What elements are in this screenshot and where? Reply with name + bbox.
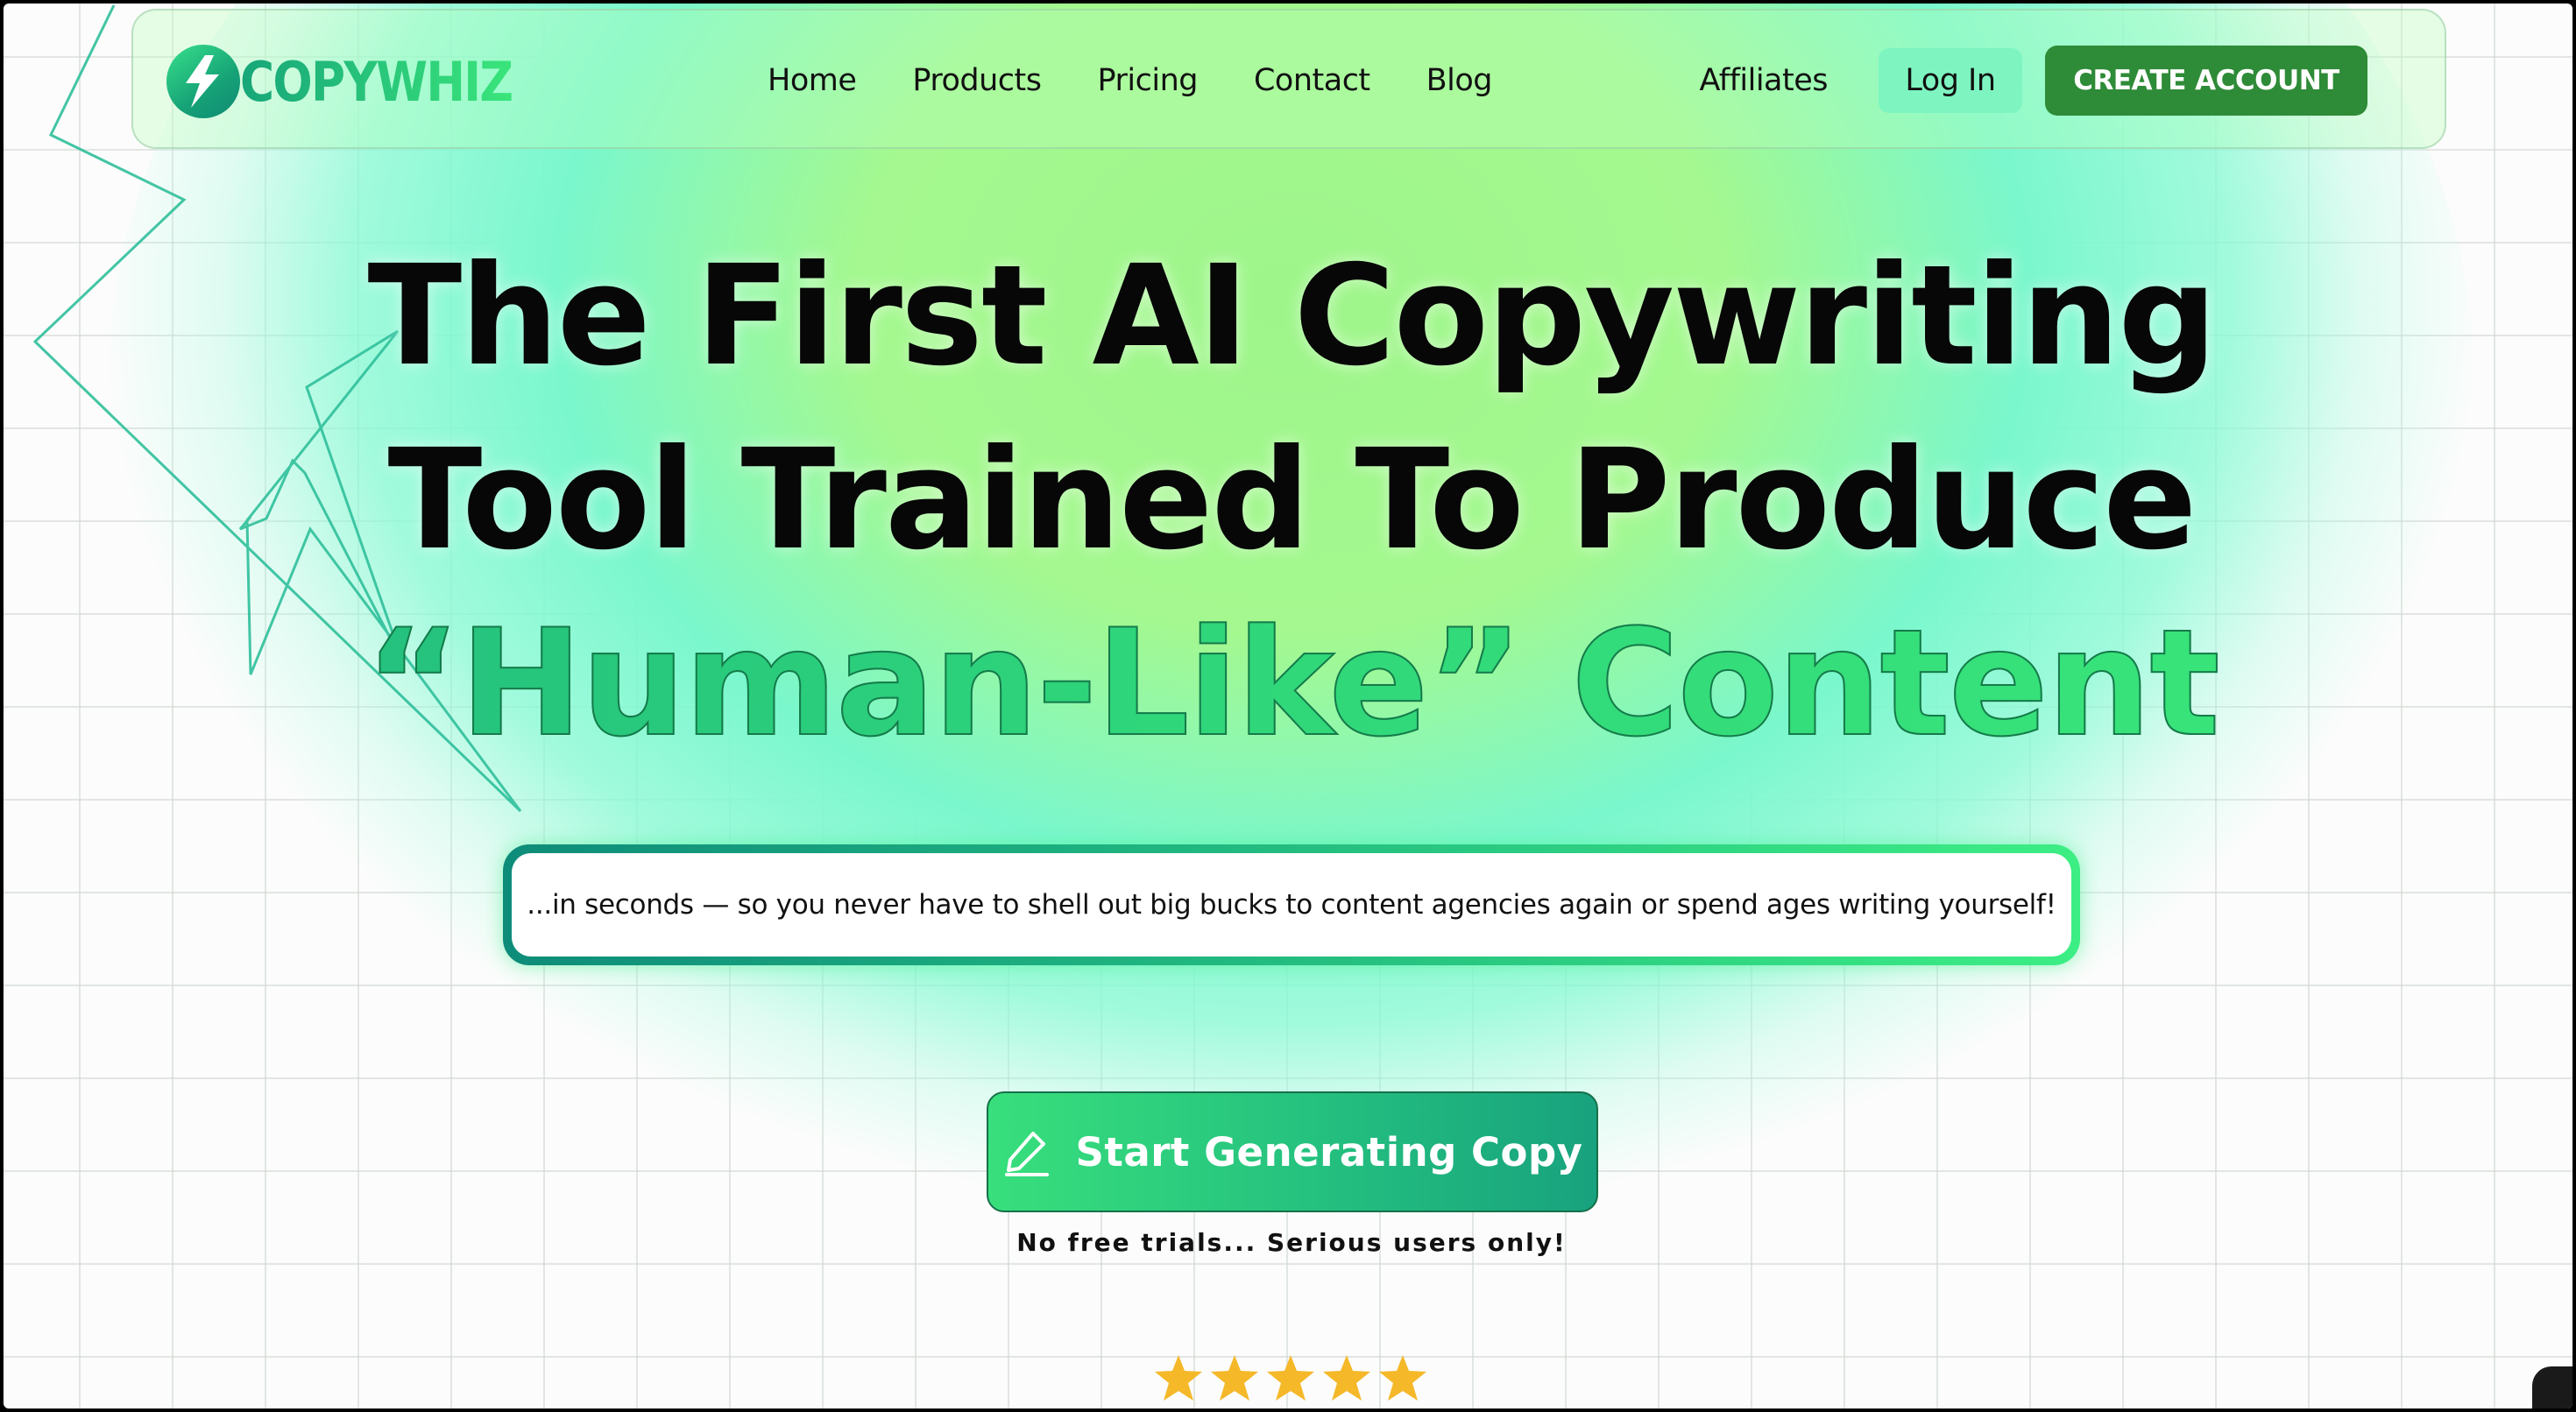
- hero-headline-line-1: The First AI Copywriting: [367, 236, 2218, 397]
- brand-name: COPYWHIZ: [240, 49, 513, 114]
- hero-subtext: ...in seconds — so you never have to she…: [512, 853, 2071, 957]
- pencil-icon: [1005, 1132, 1050, 1176]
- star-icon: [1155, 1355, 1202, 1401]
- star-icon: [1267, 1355, 1314, 1401]
- top-navigation-bar: COPYWHIZ Home Products Pricing Contact B…: [131, 9, 2446, 149]
- nav-link-blog[interactable]: Blog: [1426, 63, 1493, 98]
- rating-stars: [1153, 1352, 1433, 1408]
- hero-headline: The First AI Copywriting Tool Trained To…: [4, 224, 2572, 592]
- star-icon: [1323, 1355, 1370, 1401]
- login-button[interactable]: Log In: [1879, 48, 2022, 113]
- nav-links: Home Products Pricing Contact Blog: [768, 11, 1548, 151]
- cta-note: No free trials... Serious users only!: [1016, 1228, 1567, 1257]
- nav-actions: Affiliates Log In CREATE ACCOUNT: [1700, 11, 2367, 151]
- cta-label: Start Generating Copy: [1075, 1128, 1583, 1175]
- lightning-bolt-icon: [166, 45, 240, 118]
- page-frame: COPYWHIZ Home Products Pricing Contact B…: [4, 4, 2572, 1408]
- nav-link-home[interactable]: Home: [768, 63, 857, 98]
- nav-link-products[interactable]: Products: [912, 63, 1042, 98]
- star-icon: [1211, 1355, 1258, 1401]
- create-account-button[interactable]: CREATE ACCOUNT: [2045, 46, 2367, 116]
- chat-widget-button[interactable]: [2532, 1366, 2572, 1408]
- star-icon: [1379, 1355, 1426, 1401]
- hero-highlight-text: “Human-Like” Content: [4, 596, 2572, 771]
- brand-logo[interactable]: COPYWHIZ: [166, 42, 556, 121]
- start-generating-copy-button[interactable]: Start Generating Copy: [987, 1091, 1598, 1212]
- nav-link-contact[interactable]: Contact: [1254, 63, 1370, 98]
- hero-subtext-box: ...in seconds — so you never have to she…: [503, 844, 2080, 965]
- nav-link-pricing[interactable]: Pricing: [1098, 63, 1199, 98]
- hero-headline-line-2: Tool Trained To Produce: [387, 420, 2197, 581]
- nav-link-affiliates[interactable]: Affiliates: [1700, 63, 1829, 98]
